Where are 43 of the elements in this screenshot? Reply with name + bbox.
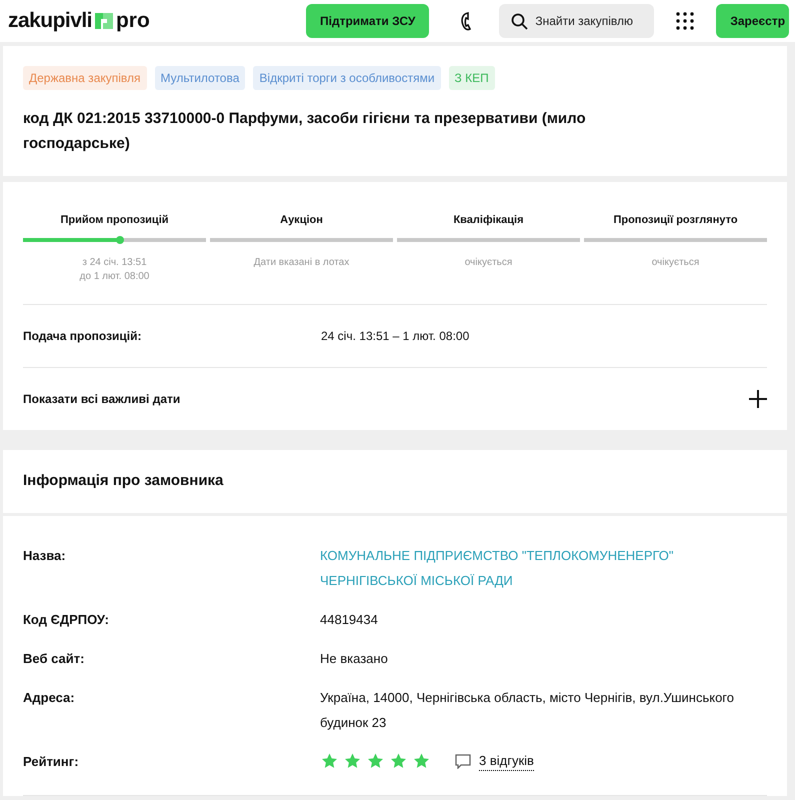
logo-text: zakupivli [8,8,92,34]
star-icon [412,752,431,770]
field-value: Україна, 14000, Чернігівська область, місто Чернігів, вул.Ушинського будинок 23 [320,688,735,732]
support-button[interactable]: Підтримати ЗСУ [306,4,430,38]
field-label: Рейтинг: [23,752,80,770]
section-heading: Інформація про замовника [23,471,224,491]
toggle-label: Показати всі важливі дати [23,391,180,408]
tag: З КЕП [448,66,495,90]
field-label: Веб сайт: [23,650,86,668]
tag: Мультилотова [154,66,246,90]
tag: Відкриті торги з особливостями [253,66,441,90]
stage-title: Аукціон [280,213,323,228]
register-button[interactable]: Зареєстр [716,4,790,38]
tag: Державна закупівля [23,66,147,90]
stage-date: з 24 січ. 13:51 [82,256,147,270]
stage-title: Пропозиції розглянуто [613,213,738,228]
apps-grid-icon[interactable] [676,12,694,30]
logo[interactable]: zakupivli pro [8,5,306,37]
stage-date: Дати вказані в лотах [254,256,350,270]
star-icon [366,752,385,770]
reviews-link[interactable]: 3 відгуків [479,750,534,772]
star-icon [389,752,408,770]
stage-date: очікується [464,256,512,270]
logo-text: pro [116,8,150,34]
tender-title: код ДК 021:2015 33710000-0 Парфуми, засоби гігієни та презервативи (мило господарське) [23,109,587,154]
field-label: Адреса: [23,688,76,707]
stage-date: до 1 лют. 08:00 [80,270,150,284]
search-field[interactable]: Знайти закупівлю [499,4,654,38]
field-label: Код ЄДРПОУ: [23,610,110,629]
phone-icon[interactable] [459,11,474,31]
field-value: 44819434 [320,610,379,628]
star-icon [343,752,362,770]
field-value: Не вказано [320,650,389,668]
field-label: Назва: [23,546,67,564]
search-icon [511,13,528,30]
show-dates-toggle[interactable]: Показати всі важливі дати [23,368,767,430]
field-value: 24 січ. 13:51 – 1 лют. 08:00 [321,328,470,345]
comment-icon [455,754,471,768]
star-icon [320,752,339,770]
stage-date: очікується [652,256,700,270]
field-label: Подача пропозицій: [23,328,143,345]
stage-title: Прийом пропозицій [60,213,169,228]
stage-title: Кваліфікація [453,213,524,228]
